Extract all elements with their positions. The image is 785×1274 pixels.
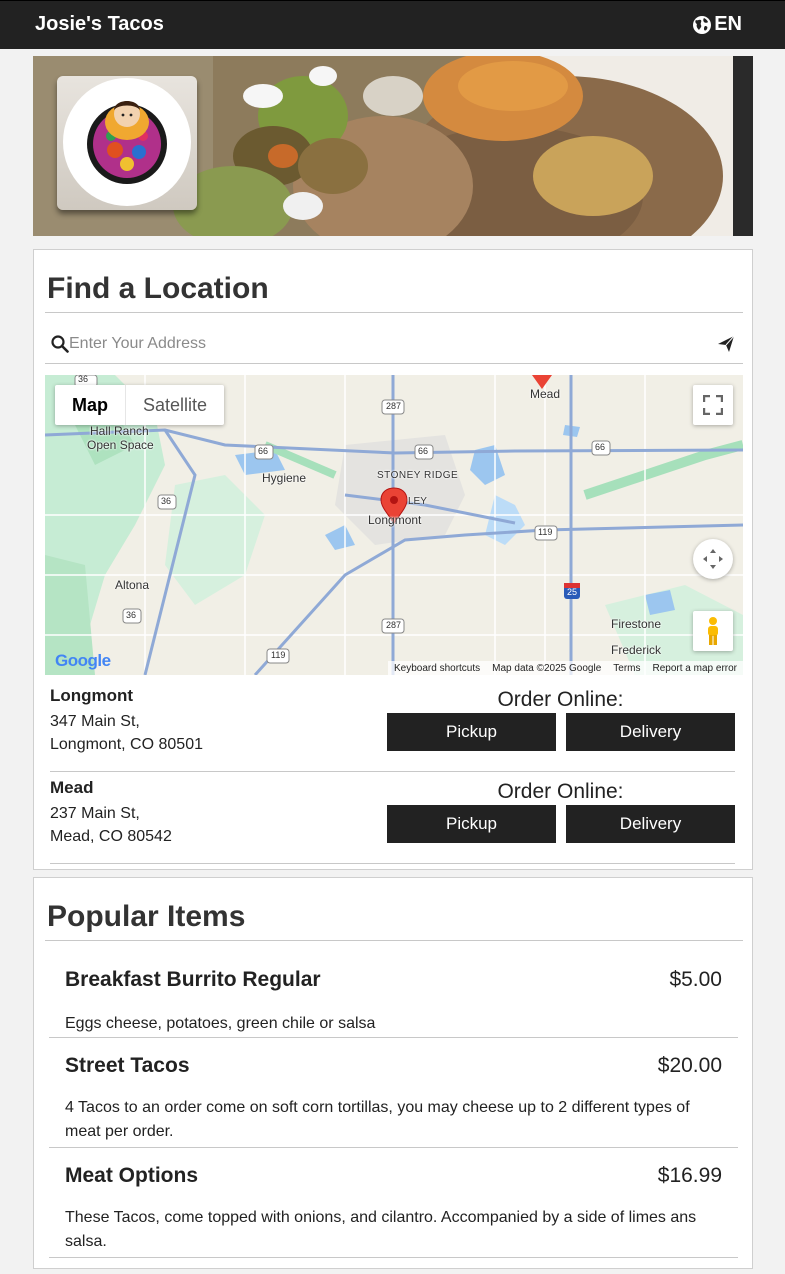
map-label-mead: Mead bbox=[530, 387, 561, 401]
order-online-label: Order Online: bbox=[497, 780, 624, 803]
address-line-1: 347 Main St, bbox=[50, 713, 140, 730]
road-shield-66: 66 bbox=[258, 446, 269, 456]
address-line-1: 237 Main St, bbox=[50, 805, 140, 822]
address-input[interactable] bbox=[69, 332, 709, 356]
google-logo[interactable]: Google bbox=[55, 651, 111, 671]
location-row-longmont: Longmont 347 Main St, Longmont, CO 80501… bbox=[50, 680, 735, 772]
map-label-ley: LEY bbox=[408, 496, 427, 507]
language-selector[interactable]: EN bbox=[692, 13, 742, 36]
address-search-bar bbox=[45, 314, 743, 364]
location-row-mead: Mead 237 Main St, Mead, CO 80542 Order O… bbox=[50, 772, 735, 864]
fullscreen-icon bbox=[703, 395, 723, 415]
location-address: 347 Main St, Longmont, CO 80501 bbox=[50, 710, 203, 756]
menu-item[interactable]: Breakfast Burrito Regular $5.00 Eggs che… bbox=[49, 952, 738, 1038]
road-shield-66: 66 bbox=[595, 442, 606, 452]
road-shield-119: 119 bbox=[538, 527, 553, 537]
item-name: Street Tacos bbox=[65, 1054, 190, 1077]
report-map-error-link[interactable]: Report a map error bbox=[653, 663, 737, 674]
item-description: Eggs cheese, potatoes, green chile or sa… bbox=[65, 1015, 376, 1032]
top-navbar: Josie's Tacos EN bbox=[0, 0, 785, 49]
map-label-open-space: Open Space bbox=[87, 438, 154, 452]
keyboard-shortcuts-link[interactable]: Keyboard shortcuts bbox=[394, 663, 480, 674]
menu-item[interactable]: Meat Options $16.99 These Tacos, come to… bbox=[49, 1148, 738, 1258]
item-name: Breakfast Burrito Regular bbox=[65, 968, 321, 991]
locate-arrow-icon[interactable] bbox=[717, 335, 735, 353]
location-address: 237 Main St, Mead, CO 80542 bbox=[50, 802, 172, 848]
location-map[interactable]: Mead Hall Ranch Open Space Hygiene STONE… bbox=[45, 375, 743, 675]
item-description: These Tacos, come topped with onions, an… bbox=[65, 1209, 697, 1250]
map-type-satellite-button[interactable]: Satellite bbox=[125, 385, 224, 425]
find-location-card: Find a Location Enter Your Address Mead … bbox=[33, 249, 753, 870]
map-data-attribution: Map data ©2025 Google bbox=[492, 662, 602, 674]
brand-title[interactable]: Josie's Tacos bbox=[35, 13, 164, 36]
road-shield-25: 25 bbox=[567, 587, 578, 597]
map-attribution-bar: Keyboard shortcuts Map data ©2025 Google… bbox=[387, 661, 743, 675]
road-shield-66: 66 bbox=[418, 446, 429, 456]
address-line-2: Longmont, CO 80501 bbox=[50, 736, 203, 753]
pickup-button-longmont[interactable]: Pickup bbox=[387, 713, 556, 751]
order-online-label: Order Online: bbox=[497, 688, 624, 711]
item-name: Meat Options bbox=[65, 1164, 199, 1187]
pegman-icon bbox=[708, 617, 718, 645]
delivery-button-longmont[interactable]: Delivery bbox=[566, 713, 735, 751]
road-shield-287: 287 bbox=[386, 401, 402, 411]
terms-link[interactable]: Terms bbox=[613, 663, 640, 674]
address-line-2: Mead, CO 80542 bbox=[50, 828, 172, 845]
map-label-firestone: Firestone bbox=[611, 617, 662, 631]
restaurant-logo[interactable] bbox=[63, 78, 191, 206]
delivery-button-mead[interactable]: Delivery bbox=[566, 805, 735, 843]
item-price: $20.00 bbox=[657, 1054, 722, 1077]
map-label-altona: Altona bbox=[115, 578, 150, 592]
divider bbox=[45, 940, 743, 941]
location-name: Longmont bbox=[50, 686, 134, 705]
pickup-button-mead[interactable]: Pickup bbox=[387, 805, 556, 843]
map-type-control: Map Satellite bbox=[55, 385, 225, 425]
map-label-longmont: Longmont bbox=[368, 513, 422, 527]
camera-control-button[interactable] bbox=[693, 539, 733, 579]
street-view-pegman-button[interactable] bbox=[693, 611, 733, 651]
road-shield-119: 119 bbox=[271, 650, 286, 660]
road-shield-36: 36 bbox=[126, 610, 137, 620]
item-description: 4 Tacos to an order come on soft corn to… bbox=[65, 1099, 690, 1140]
search-icon bbox=[51, 335, 69, 353]
popular-items-title: Popular Items bbox=[47, 900, 246, 933]
fullscreen-button[interactable] bbox=[693, 385, 733, 425]
language-label: EN bbox=[714, 13, 742, 35]
menu-item[interactable]: Street Tacos $20.00 4 Tacos to an order … bbox=[49, 1038, 738, 1148]
map-label-frederick: Frederick bbox=[611, 643, 662, 657]
map-type-map-button[interactable]: Map bbox=[55, 385, 125, 425]
road-shield-36: 36 bbox=[78, 375, 89, 384]
road-shield-287: 287 bbox=[386, 620, 402, 630]
location-name: Mead bbox=[50, 778, 94, 797]
globe-icon bbox=[693, 15, 712, 34]
road-shield-36: 36 bbox=[161, 496, 172, 506]
map-label-stoney-ridge: STONEY RIDGE bbox=[377, 470, 459, 481]
move-arrows-icon bbox=[703, 549, 723, 569]
map-label-hall-ranch: Hall Ranch bbox=[90, 424, 149, 438]
google-wordmark: Google bbox=[55, 651, 111, 670]
item-price: $5.00 bbox=[669, 968, 722, 991]
divider bbox=[45, 312, 743, 313]
map-label-hygiene: Hygiene bbox=[262, 471, 307, 485]
find-location-title: Find a Location bbox=[47, 272, 269, 305]
item-price: $16.99 bbox=[657, 1164, 722, 1187]
popular-items-card: Popular Items Breakfast Burrito Regular … bbox=[33, 877, 753, 1269]
